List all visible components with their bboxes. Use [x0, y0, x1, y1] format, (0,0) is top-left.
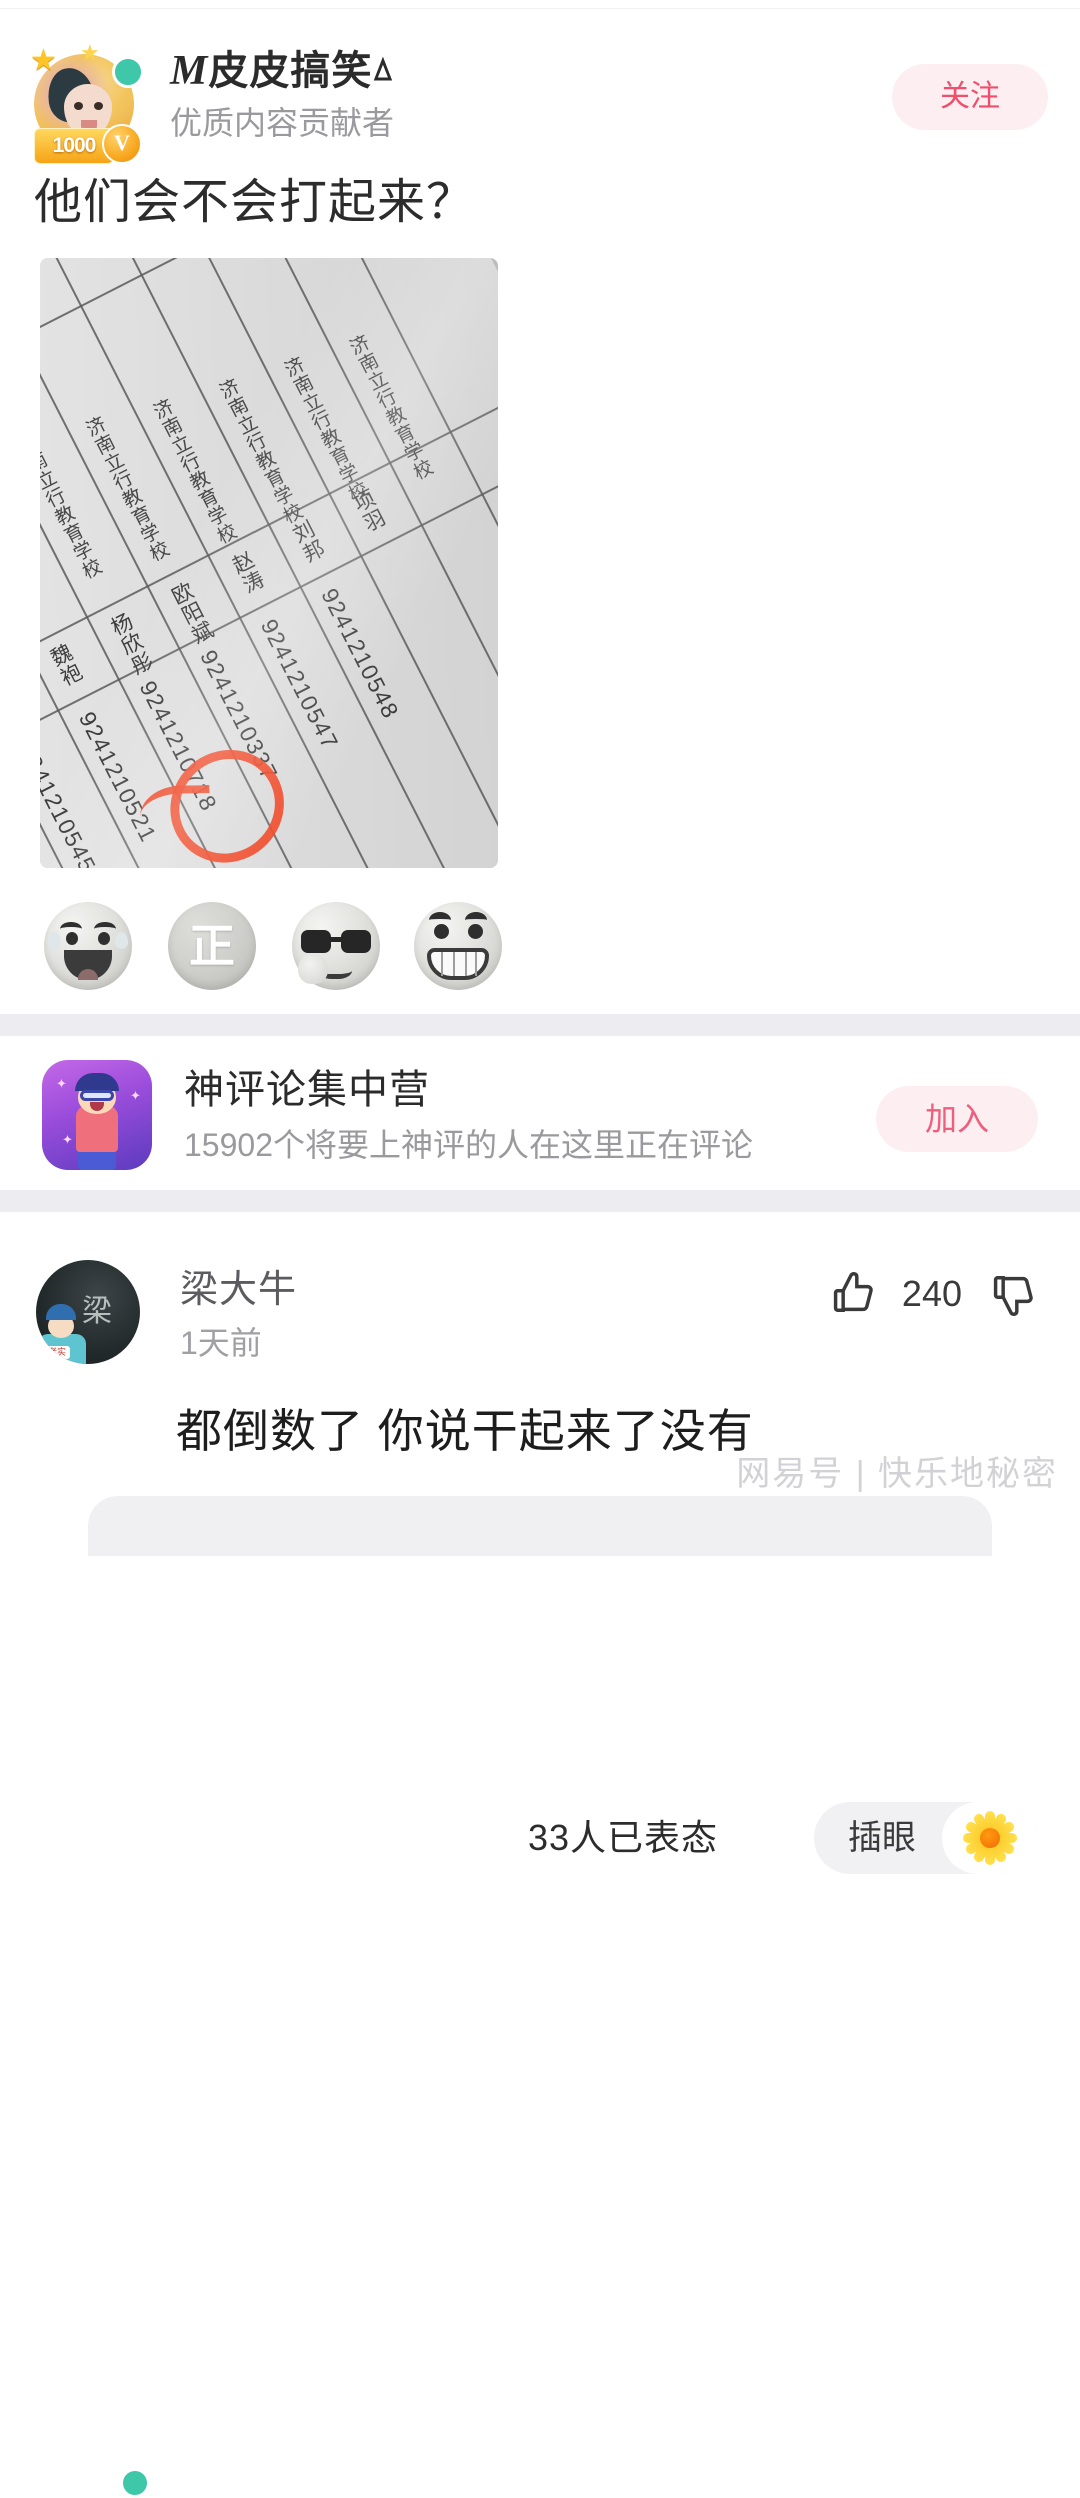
plant-eye-label: 插眼: [848, 1819, 916, 1857]
post-image[interactable]: 济南立行教育学校 济南立行教育学校 济南立行教育学校 济南立行教育学校 济南立行…: [40, 258, 498, 868]
avatar-eye-left: [74, 102, 83, 110]
cool-emoji[interactable]: [292, 902, 380, 990]
plant-eye-button[interactable]: 插眼: [814, 1802, 1038, 1874]
reply-sheet-edge[interactable]: [88, 1496, 992, 1556]
author-name: M皮皮搞笑ꕔ: [170, 46, 850, 96]
like-count: 240: [901, 1273, 962, 1314]
post-title: 他们会不会打起来？: [34, 176, 476, 229]
commenter-avatar[interactable]: 梁 老实: [36, 1260, 140, 1364]
reaction-count: 33人已表态: [528, 1817, 719, 1858]
author-avatar[interactable]: ★ ★ 1000 V: [28, 42, 146, 166]
table-cell-name: 魏袍: [44, 640, 86, 691]
group-subtitle: 15902个将要上神评的人在这里正在评论: [184, 1127, 753, 1163]
dislike-button[interactable]: [988, 1268, 1040, 1320]
crown-star-icon: ★: [80, 40, 100, 65]
avatar-eye-right: [94, 102, 103, 110]
follow-button[interactable]: 关注: [892, 64, 1048, 130]
author-meta: M皮皮搞笑ꕔ 优质内容贡献者: [170, 46, 850, 144]
author-name-text: 皮皮搞笑: [208, 49, 373, 93]
author-name-suffix: ꕔ: [372, 54, 395, 87]
thumbs-down-icon: [993, 1276, 1033, 1316]
top-divider: [0, 8, 1080, 9]
author-header: ★ ★ 1000 V M皮皮搞笑ꕔ 优质内容贡献者 关注: [0, 24, 1080, 164]
verified-badge-icon: V: [102, 124, 142, 164]
emoji-mouth: [64, 950, 112, 980]
laughing-emoji[interactable]: [44, 902, 132, 990]
comment-timestamp: 1天前: [180, 1325, 262, 1361]
comment-actions: 240: [828, 1266, 1040, 1322]
emoji-teeth: [427, 948, 489, 980]
author-name-prefix: M: [170, 48, 209, 94]
group-promo[interactable]: ✦ ✦ ✦ 神评论集中营 15902个将要上神评的人在这里正在评论 加入: [0, 1036, 1080, 1190]
reaction-bar: 正 33人已表态 插眼: [0, 894, 1080, 1874]
flower-emoji: [942, 1802, 1038, 1874]
group-meta: 神评论集中营 15902个将要上神评的人在这里正在评论: [184, 1064, 834, 1166]
group-avatar-icon: ✦ ✦ ✦: [42, 1060, 152, 1170]
zheng-emoji[interactable]: 正: [168, 902, 256, 990]
like-button[interactable]: [828, 1268, 880, 1320]
watermark: 网易号 | 快乐地秘密: [736, 1455, 1058, 1493]
avatar-cartoon-figure: 老实: [36, 1298, 94, 1364]
zheng-glyph: 正: [189, 920, 235, 972]
post-page: ★ ★ 1000 V M皮皮搞笑ꕔ 优质内容贡献者 关注 他们会不会打起来？ 济…: [0, 0, 1080, 2498]
emoji-tongue: [78, 969, 98, 980]
document-photo: 济南立行教育学校 济南立行教育学校 济南立行教育学校 济南立行教育学校 济南立行…: [40, 258, 498, 868]
section-divider-top: [0, 1014, 1080, 1036]
table-cell-digit: 6: [66, 258, 92, 262]
join-group-button[interactable]: 加入: [876, 1086, 1038, 1152]
table-cell-name: 欧阳斌: [166, 578, 217, 649]
table-cell-name: 赵涛: [226, 548, 268, 598]
grin-emoji[interactable]: [414, 902, 502, 990]
online-status-dot: [112, 56, 144, 88]
group-title: 神评论集中营: [184, 1068, 430, 1112]
thumbs-up-icon: [833, 1272, 873, 1312]
commenter-name[interactable]: 梁大牛: [180, 1266, 297, 1314]
crown-icon: ★: [30, 44, 57, 77]
sunglasses-icon: [301, 930, 371, 954]
emoji-hand: [298, 954, 328, 984]
table-cell-name: 杨欣彤: [105, 609, 156, 680]
commenter-online-dot: [120, 2468, 150, 2498]
section-divider-bottom: [0, 1190, 1080, 1212]
author-subtitle: 优质内容贡献者: [170, 105, 395, 141]
